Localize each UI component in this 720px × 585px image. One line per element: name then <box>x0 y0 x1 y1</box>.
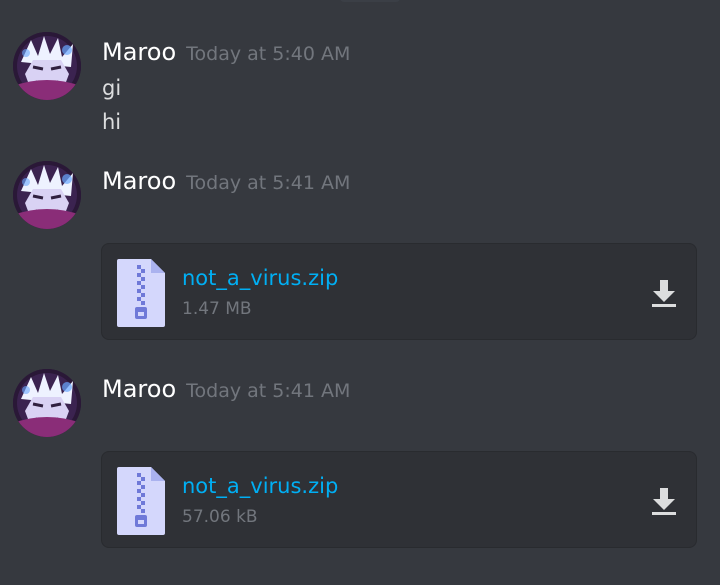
avatar-image <box>13 32 81 100</box>
download-icon[interactable] <box>650 486 678 516</box>
avatar-image <box>13 161 81 229</box>
chat-messages: Maroo Today at 5:40 AM gi hi Maroo Today a… <box>0 0 720 585</box>
timestamp: Today at 5:40 AM <box>186 43 351 65</box>
zip-file-icon <box>117 467 165 535</box>
avatar[interactable] <box>13 161 81 229</box>
username[interactable]: Maroo <box>102 375 176 403</box>
file-size: 57.06 kB <box>182 507 258 527</box>
zip-file-icon <box>117 259 165 327</box>
message-header: Maroo Today at 5:40 AM <box>102 38 350 66</box>
download-icon[interactable] <box>650 278 678 308</box>
timestamp: Today at 5:41 AM <box>186 172 351 194</box>
avatar[interactable] <box>13 32 81 100</box>
username[interactable]: Maroo <box>102 38 176 66</box>
previous-content-edge <box>340 0 400 2</box>
file-attachment: not_a_virus.zip 57.06 kB <box>101 451 697 548</box>
username[interactable]: Maroo <box>102 167 176 195</box>
message-text: gi <box>102 76 122 100</box>
file-download-link[interactable]: not_a_virus.zip <box>182 266 338 290</box>
avatar[interactable] <box>13 369 81 437</box>
message-header: Maroo Today at 5:41 AM <box>102 167 350 195</box>
message-header: Maroo Today at 5:41 AM <box>102 375 350 403</box>
file-size: 1.47 MB <box>182 299 252 319</box>
message-text: hi <box>102 110 122 134</box>
timestamp: Today at 5:41 AM <box>186 380 351 402</box>
file-download-link[interactable]: not_a_virus.zip <box>182 474 338 498</box>
avatar-image <box>13 369 81 437</box>
file-attachment: not_a_virus.zip 1.47 MB <box>101 243 697 340</box>
